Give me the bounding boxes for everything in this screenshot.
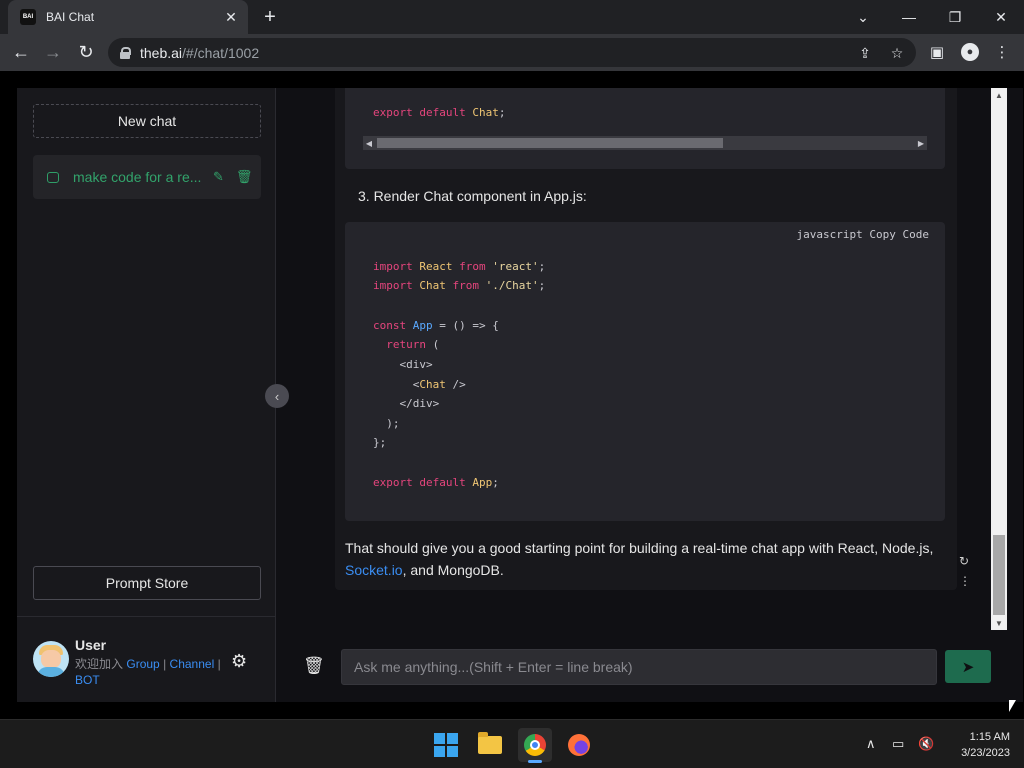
final-text-before: That should give you a good starting poi…: [345, 540, 934, 556]
restore-icon[interactable]: ❐: [943, 5, 967, 29]
url-path: /#/chat/1002: [182, 44, 260, 61]
volume-muted-icon[interactable]: 🔇: [918, 736, 934, 752]
code-line: <div>: [373, 358, 433, 371]
back-arrow-icon[interactable]: ←: [8, 39, 34, 65]
clock-time: 1:15 AM: [969, 731, 1010, 743]
chat-item-title: make code for a re...: [73, 169, 201, 185]
browser-menu-icon[interactable]: ⋮: [989, 39, 1015, 65]
new-chat-button[interactable]: New chat: [33, 104, 261, 138]
lock-icon[interactable]: [120, 46, 131, 59]
code-line: </div>: [373, 397, 440, 410]
delete-icon[interactable]: 🗑: [236, 169, 253, 185]
more-options-icon[interactable]: ⋮: [959, 574, 971, 588]
code-line: return (: [386, 338, 440, 351]
browser-tab[interactable]: BAI BAI Chat ✕: [8, 0, 248, 34]
code-line: import Chat from './Chat';: [373, 279, 546, 292]
code-block-2: javascript Copy Code import React from '…: [345, 222, 945, 521]
message-final-text: That should give you a good starting poi…: [345, 537, 945, 581]
code-horizontal-scrollbar[interactable]: ◀ ▶: [363, 136, 927, 150]
url-host: theb.ai: [140, 44, 183, 61]
clear-chat-trash-icon[interactable]: 🗑: [303, 656, 325, 676]
scrollbar-thumb[interactable]: [377, 138, 723, 148]
scroll-up-icon[interactable]: ▲: [991, 88, 1007, 102]
browser-tab-strip: BAI BAI Chat ✕ + ⌄ — ❐ ✕: [0, 0, 1024, 34]
vertical-scrollbar-thumb[interactable]: [993, 535, 1005, 615]
link-separator: |: [217, 657, 221, 671]
code-line: export default App;: [373, 476, 499, 489]
user-name: User: [75, 637, 107, 653]
settings-gear-icon[interactable]: ⚙: [231, 651, 247, 672]
firefox-icon[interactable]: [562, 728, 596, 762]
code-language-label: javascript: [796, 228, 863, 241]
tab-favicon-icon: BAI: [20, 9, 36, 25]
mouse-cursor: [1009, 700, 1016, 712]
bot-link[interactable]: BOT: [75, 673, 100, 687]
scroll-left-icon[interactable]: ◀: [363, 136, 375, 150]
new-tab-plus-icon[interactable]: +: [258, 5, 282, 29]
tab-search-chevron-icon[interactable]: ⌄: [851, 5, 875, 29]
show-hidden-icons-chevron-icon[interactable]: ∧: [866, 736, 876, 752]
code-line: export default Chat;: [373, 106, 506, 119]
clock-date: 3/23/2023: [961, 747, 1010, 759]
welcome-text: 欢迎加入: [75, 657, 124, 671]
chrome-taskbar-icon[interactable]: [518, 728, 552, 762]
code-line: );: [373, 417, 400, 430]
sidebar-chat-item[interactable]: make code for a re... ✎ 🗑: [33, 155, 261, 199]
profile-icon[interactable]: ●: [961, 43, 979, 61]
link-separator: |: [163, 657, 167, 671]
file-explorer-icon[interactable]: [473, 728, 507, 762]
collapse-sidebar-chevron-icon[interactable]: ‹: [265, 384, 289, 408]
tab-title: BAI Chat: [46, 10, 95, 24]
browser-toolbar: ← → ↻ theb.ai/#/chat/1002 ⇪ ☆ ▣ ● ⋮: [0, 34, 1024, 71]
send-button[interactable]: ➤: [945, 650, 991, 683]
scroll-right-icon[interactable]: ▶: [915, 136, 927, 150]
windows-start-icon[interactable]: [429, 728, 463, 762]
tab-close-icon[interactable]: ✕: [222, 8, 240, 26]
minimize-icon[interactable]: —: [897, 5, 921, 29]
system-clock[interactable]: 1:15 AM 3/23/2023: [946, 729, 1010, 761]
share-icon[interactable]: ⇪: [854, 42, 876, 64]
user-panel: User 欢迎加入 Group | Channel | BOT ⚙: [17, 616, 276, 702]
active-app-indicator: [528, 760, 542, 763]
vertical-scrollbar[interactable]: ▲ ▼: [991, 88, 1007, 630]
reload-icon[interactable]: ↻: [73, 39, 99, 65]
sidebar: New chat make code for a re... ✎ 🗑 Promp…: [17, 88, 276, 702]
assistant-message: export default Chat; ◀ ▶ 3. Render Chat …: [335, 88, 957, 590]
edit-icon[interactable]: ✎: [213, 169, 224, 185]
copy-code-button[interactable]: Copy Code: [869, 228, 929, 241]
bookmark-star-icon[interactable]: ☆: [886, 42, 908, 64]
socketio-link[interactable]: Socket.io: [345, 562, 403, 578]
network-icon[interactable]: ▭: [892, 736, 904, 752]
code-line: const App = () => {: [373, 319, 499, 332]
avatar: [33, 641, 69, 677]
chat-input[interactable]: [341, 649, 937, 685]
user-subtitle: 欢迎加入 Group | Channel | BOT: [75, 656, 233, 688]
prompt-store-button[interactable]: Prompt Store: [33, 566, 261, 600]
chat-app: New chat make code for a re... ✎ 🗑 Promp…: [17, 88, 1023, 702]
regenerate-icon[interactable]: ↻: [959, 554, 969, 568]
channel-link[interactable]: Channel: [170, 657, 215, 671]
send-arrow-icon: ➤: [961, 658, 975, 676]
code-line: import React from 'react';: [373, 260, 546, 273]
step-3-text: 3. Render Chat component in App.js:: [358, 188, 587, 204]
address-bar[interactable]: theb.ai/#/chat/1002 ⇪ ☆: [108, 38, 916, 67]
code-block-1: export default Chat; ◀ ▶: [345, 88, 945, 169]
final-text-after: , and MongoDB.: [402, 562, 504, 578]
chat-bubble-icon: [47, 171, 59, 183]
windows-taskbar: ∧ ▭ 🔇 1:15 AM 3/23/2023: [0, 719, 1024, 768]
scroll-down-icon[interactable]: ▼: [991, 616, 1007, 630]
side-panel-icon[interactable]: ▣: [924, 39, 950, 65]
code-header: javascript Copy Code: [797, 228, 929, 241]
code-line: };: [373, 436, 387, 449]
code-line: <Chat />: [373, 378, 466, 391]
forward-arrow-icon[interactable]: →: [40, 39, 66, 65]
group-link[interactable]: Group: [126, 657, 159, 671]
window-close-icon[interactable]: ✕: [989, 5, 1013, 29]
